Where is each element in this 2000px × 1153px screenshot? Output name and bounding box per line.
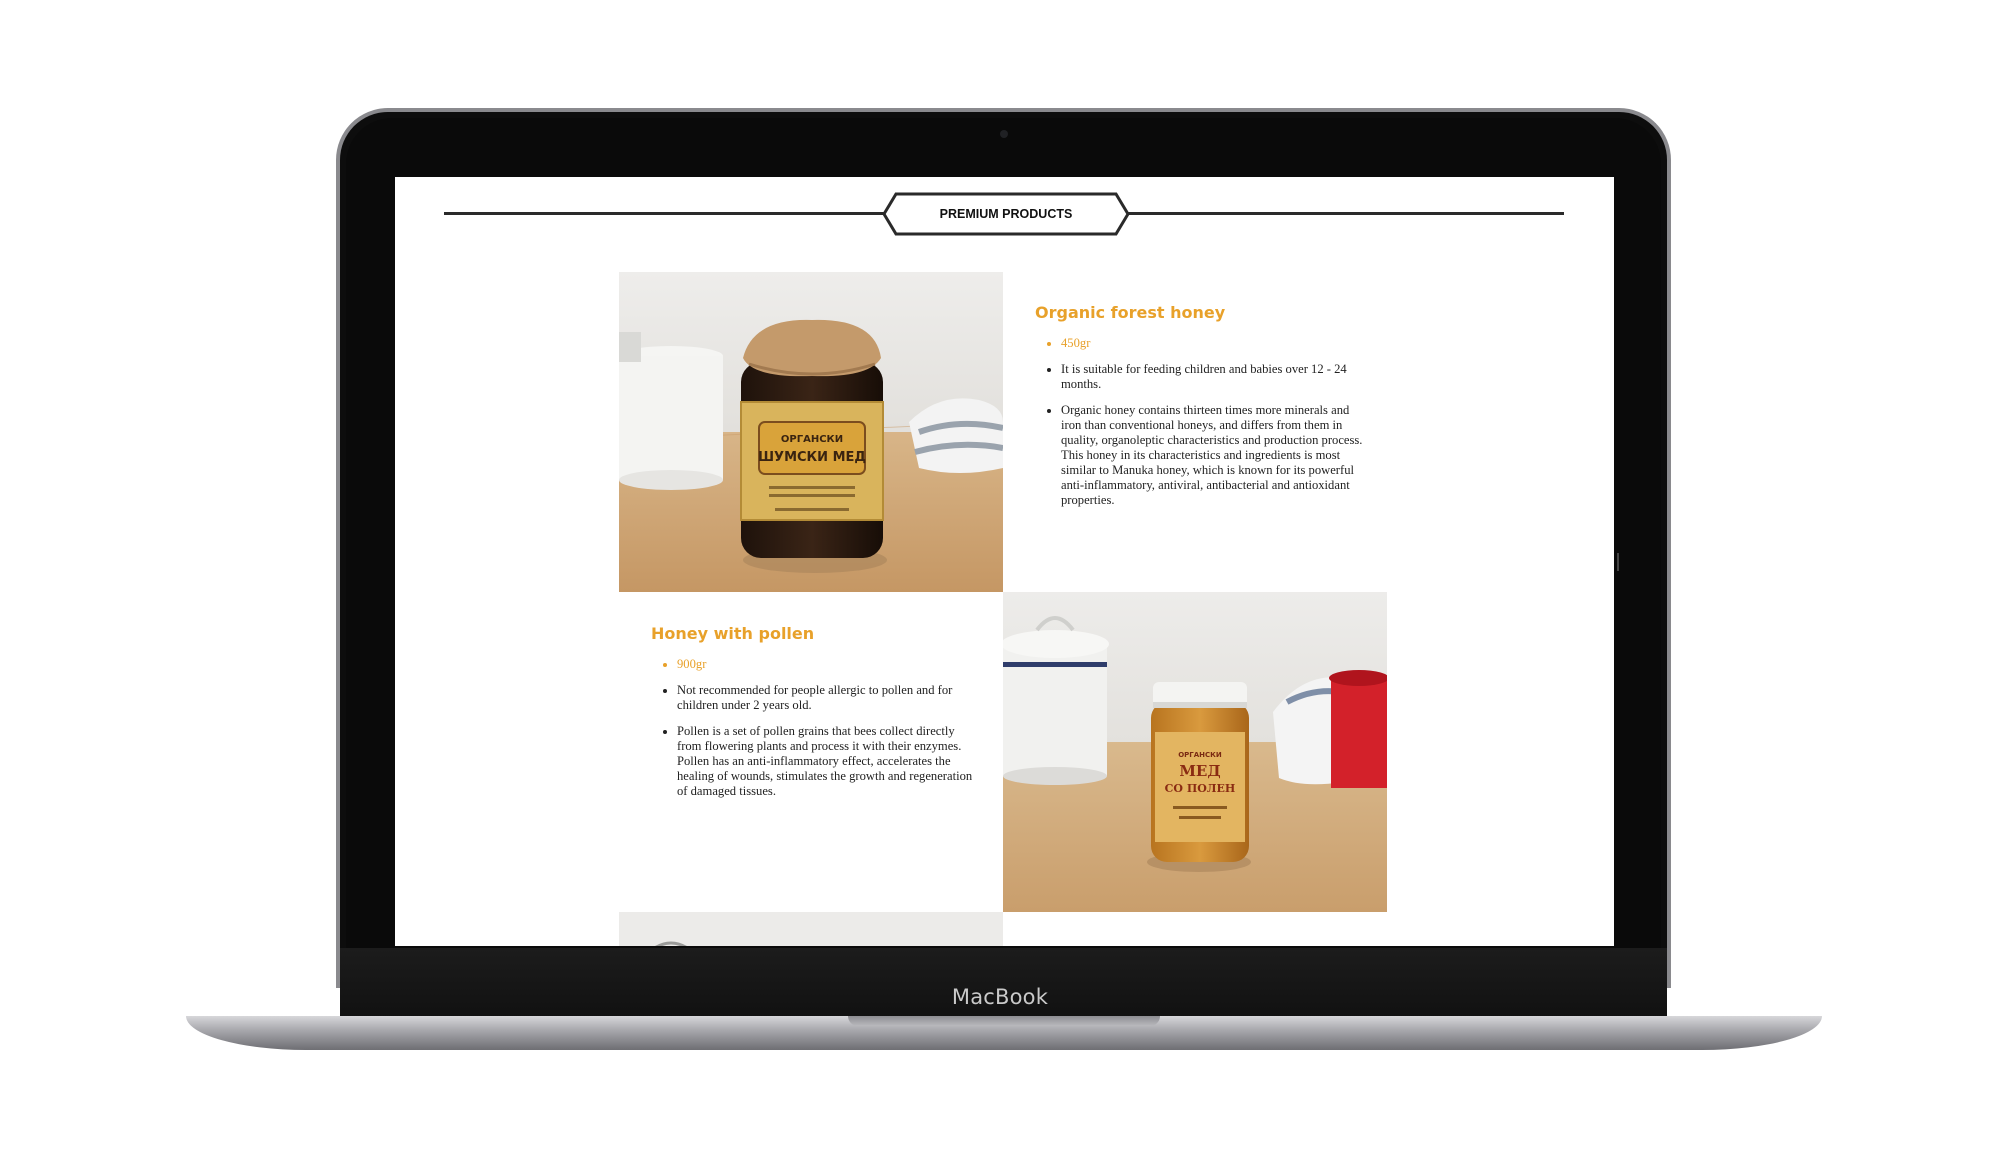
svg-text:ОРГАНСКИ: ОРГАНСКИ: [1178, 751, 1222, 759]
laptop-mockup: PREMIUM PRODUCTS ОРГАНСКИ ШУМСКИ МЕД Org…: [0, 0, 2000, 1153]
product-details: 900gr Not recommended for people allergi…: [651, 657, 981, 799]
product-weight: 450gr: [1061, 336, 1367, 351]
product-bullet: Not recommended for people allergic to p…: [677, 683, 981, 713]
svg-text:МЕД: МЕД: [1179, 762, 1220, 780]
product-photo-pollen-honey: ОРГАНСКИ МЕД СО ПОЛЕН: [1003, 592, 1387, 912]
divider-left: [444, 212, 884, 215]
product-photo-forest-honey: ОРГАНСКИ ШУМСКИ МЕД: [619, 272, 1003, 592]
web-page: PREMIUM PRODUCTS ОРГАНСКИ ШУМСКИ МЕД Org…: [395, 177, 1614, 946]
product-title: Honey with pollen: [651, 624, 815, 643]
svg-text:ШУМСКИ МЕД: ШУМСКИ МЕД: [758, 450, 866, 465]
product-weight: 900gr: [677, 657, 981, 672]
section-title: PREMIUM PRODUCTS: [939, 207, 1073, 221]
product-info-pollen-honey: Honey with pollen 900gr Not recommended …: [651, 624, 981, 810]
product-title: Organic forest honey: [1035, 303, 1226, 322]
laptop-base-notch: [848, 1016, 1160, 1026]
product-details: 450gr It is suitable for feeding childre…: [1035, 336, 1367, 508]
product-info-forest-honey: Organic forest honey 450gr It is suitabl…: [1035, 303, 1367, 519]
laptop-brand-label: MacBook: [951, 985, 1049, 1009]
svg-text:ОРГАНСКИ: ОРГАНСКИ: [781, 434, 843, 445]
section-header: PREMIUM PRODUCTS: [444, 185, 1564, 236]
bezel-mark: [1617, 553, 1619, 571]
product-bullet: Organic honey contains thirteen times mo…: [1061, 403, 1367, 508]
product-bullet: Pollen is a set of pollen grains that be…: [677, 724, 981, 799]
product-photo-next: [619, 912, 1003, 946]
camera-icon: [1000, 130, 1008, 138]
product-bullet: It is suitable for feeding children and …: [1061, 362, 1367, 392]
svg-text:СО ПОЛЕН: СО ПОЛЕН: [1165, 782, 1236, 795]
divider-right: [1128, 212, 1564, 215]
section-title-badge: PREMIUM PRODUCTS: [882, 192, 1130, 236]
